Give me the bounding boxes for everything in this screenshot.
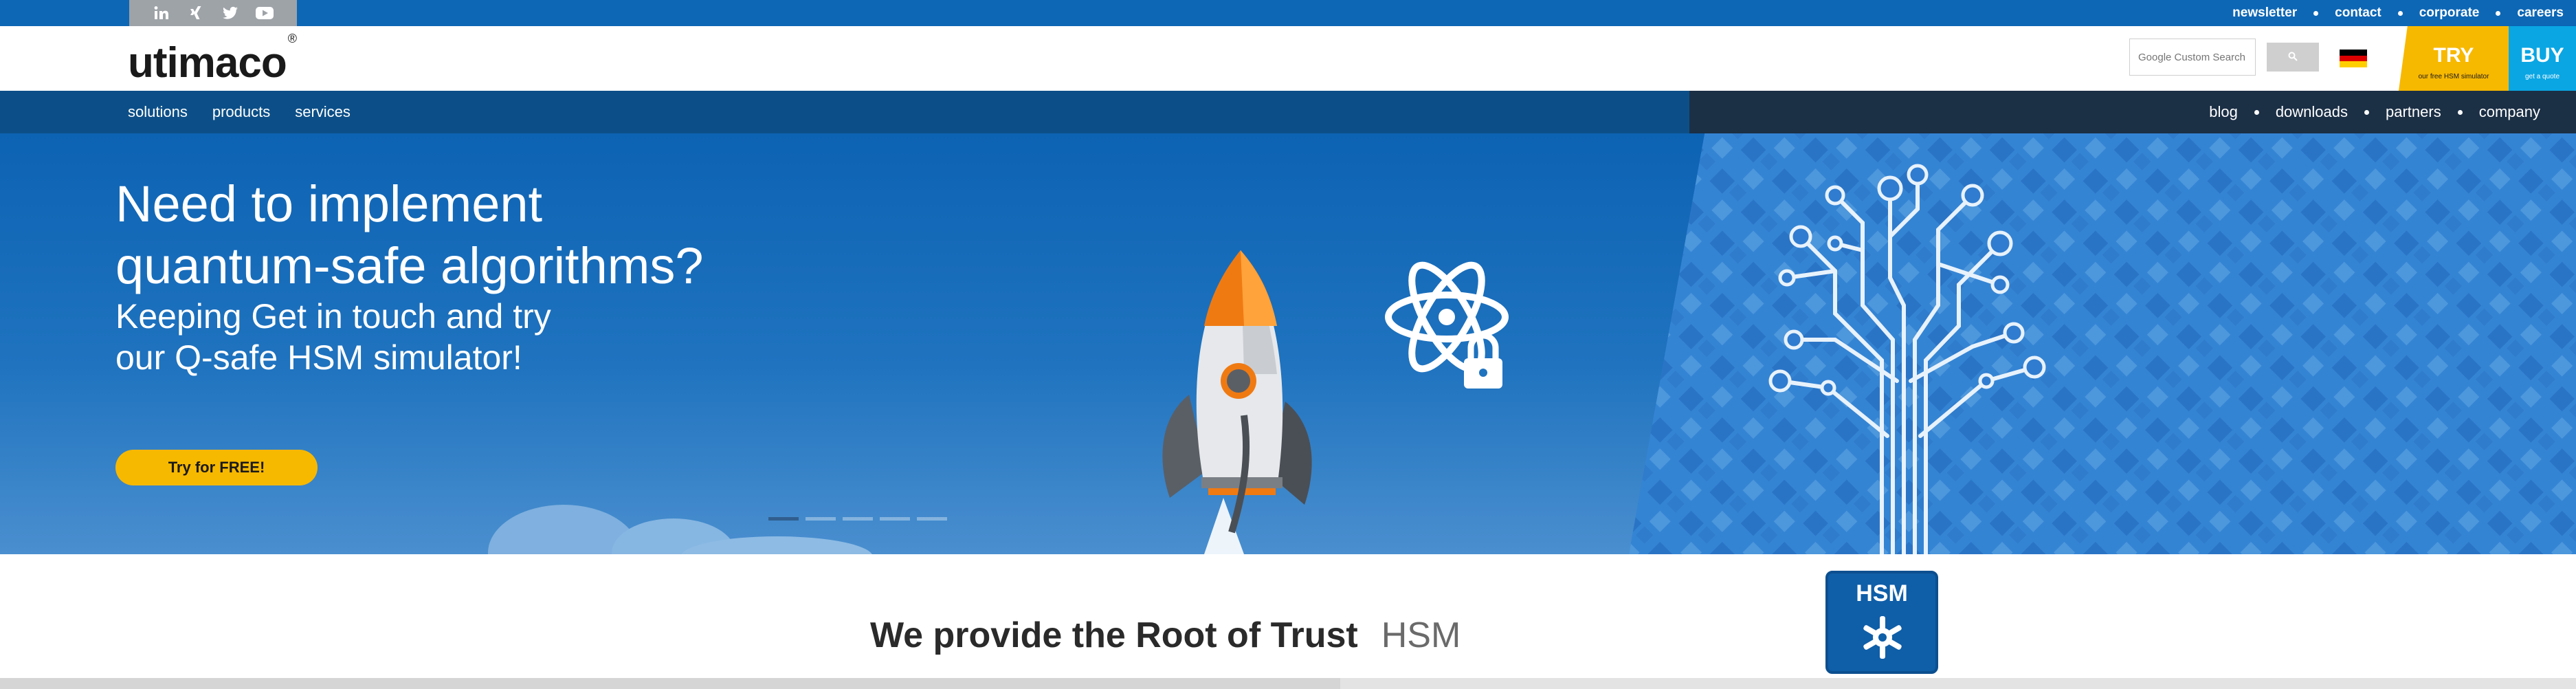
nav-secondary: blog downloads partners company [2199, 91, 2550, 133]
slide-dot-1[interactable] [768, 517, 799, 521]
clouds-illustration [488, 505, 872, 554]
separator-dot [2364, 109, 2369, 115]
xing-icon[interactable] [186, 3, 206, 23]
heading-lead: We provide the Root of Trust [870, 615, 1358, 655]
utimaco-logo[interactable]: utimaco® [128, 32, 297, 87]
hero-sub-line2: our Q-safe HSM simulator! [115, 338, 522, 377]
slide-dot-3[interactable] [843, 517, 873, 521]
hero-title-line2: quantum-safe algorithms? [115, 237, 704, 294]
slide-dot-2[interactable] [806, 517, 836, 521]
separator-dot [2313, 10, 2319, 16]
hero-sub-line1: Keeping Get in touch and try [115, 297, 551, 336]
intro-section: We provide the Root of Trust HSM HSM [0, 554, 2576, 689]
main-nav: solutions products services blog downloa… [0, 91, 2576, 133]
try-simulator-button[interactable]: TRY our free HSM simulator [2399, 26, 2509, 91]
contact-link[interactable]: contact [2328, 6, 2388, 21]
separator-dot [2457, 109, 2463, 115]
hero-slider: Need to implement quantum-safe algorithm… [0, 133, 2576, 554]
registered-mark: ® [287, 32, 297, 46]
site-header: utimaco® [0, 26, 2576, 91]
nav-item-products[interactable]: products [203, 103, 280, 121]
search-icon [2288, 52, 2298, 63]
nav-item-company[interactable]: company [2469, 103, 2550, 121]
nav-primary: solutions products services [128, 91, 360, 133]
nav-item-blog[interactable]: blog [2199, 103, 2247, 121]
hsm-device-illustration: HSM [1825, 571, 1938, 674]
top-links: newsletter contact corporate careers [2225, 0, 2576, 26]
try-sublabel: our free HSM simulator [2418, 73, 2489, 80]
heading-rotating-word: HSM [1381, 615, 1461, 655]
nav-item-services[interactable]: services [285, 103, 360, 121]
corporate-link[interactable]: corporate [2412, 6, 2487, 21]
german-flag-icon[interactable] [2340, 50, 2367, 67]
buy-quote-button[interactable]: BUY get a quote [2509, 26, 2576, 91]
search-button[interactable] [2267, 43, 2319, 72]
social-links [129, 0, 297, 26]
nav-item-downloads[interactable]: downloads [2266, 103, 2357, 121]
top-utility-bar: newsletter contact corporate careers [0, 0, 2576, 26]
rocket-illustration [1162, 250, 1312, 554]
try-label: TRY [2433, 44, 2474, 67]
hsm-box-label: HSM [1856, 580, 1908, 606]
quantum-lock-icon [1385, 261, 1509, 389]
slide-dot-4[interactable] [880, 517, 910, 521]
hero-subtitle: Keeping Get in touch and try our Q-safe … [115, 296, 734, 378]
gear-icon [1863, 616, 1902, 659]
separator-dot [2397, 10, 2403, 16]
section-divider-left [0, 678, 1340, 689]
slider-pagination [768, 517, 947, 521]
newsletter-link[interactable]: newsletter [2225, 6, 2304, 21]
separator-dot [2254, 109, 2259, 115]
circuit-tree-panel [1629, 133, 2576, 554]
linkedin-icon[interactable] [152, 3, 171, 23]
root-of-trust-heading: We provide the Root of Trust HSM [870, 615, 1461, 656]
hero-title-line1: Need to implement [115, 175, 543, 232]
nav-item-solutions[interactable]: solutions [128, 103, 197, 121]
separator-dot [2496, 10, 2501, 16]
try-for-free-button[interactable]: Try for FREE! [115, 450, 318, 485]
logo-text: utimaco [128, 39, 287, 87]
careers-link[interactable]: careers [2510, 6, 2571, 21]
slide-dot-5[interactable] [917, 517, 947, 521]
buy-label: BUY [2520, 44, 2564, 67]
hero-title: Need to implement quantum-safe algorithm… [115, 173, 803, 297]
nav-item-partners[interactable]: partners [2376, 103, 2451, 121]
twitter-icon[interactable] [221, 3, 240, 23]
circuit-tree-illustration [1629, 133, 2576, 554]
search-input[interactable] [2129, 39, 2256, 76]
youtube-icon[interactable] [255, 3, 274, 23]
buy-sublabel: get a quote [2524, 73, 2560, 80]
